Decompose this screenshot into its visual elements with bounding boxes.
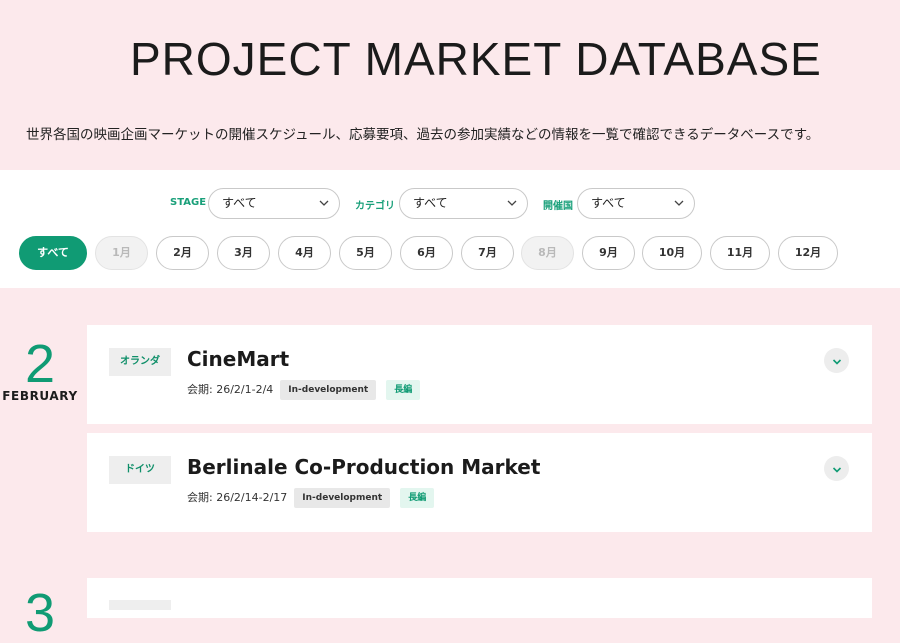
stage-tag: In-development — [294, 488, 391, 508]
month-number: 2 — [24, 334, 56, 394]
month-name: FEBRUARY — [2, 389, 78, 403]
month-pill-8[interactable]: 8月 — [521, 236, 574, 270]
market-meta: 会期: 26/2/14-2/17 In-development 長編 — [187, 488, 435, 508]
market-title: CineMart — [187, 347, 290, 371]
month-pill-6[interactable]: 6月 — [400, 236, 453, 270]
page-description: 世界各国の映画企画マーケットの開催スケジュール、応募要項、過去の参加実績などの情… — [26, 127, 820, 143]
country-badge — [109, 600, 171, 610]
market-meta: 会期: 26/2/1-2/4 In-development 長編 — [187, 380, 421, 400]
market-period: 会期: 26/2/14-2/17 — [187, 491, 288, 504]
market-title: Berlinale Co-Production Market — [187, 455, 541, 479]
stage-tag: In-development — [280, 380, 377, 400]
category-select[interactable]: すべて — [399, 188, 528, 219]
market-card[interactable]: オランダ CineMart 会期: 26/2/1-2/4 In-developme… — [87, 325, 872, 424]
chevron-down-icon — [507, 198, 517, 208]
country-select[interactable]: すべて — [577, 188, 695, 219]
market-period: 会期: 26/2/1-2/4 — [187, 383, 274, 396]
month-pill-9[interactable]: 9月 — [582, 236, 635, 270]
filter-panel: STAGE すべて カテゴリ すべて 開催国 すべて すべて 1月 2月 3月 … — [0, 170, 900, 288]
category-tag: 長編 — [400, 488, 435, 508]
month-pill-5[interactable]: 5月 — [339, 236, 392, 270]
expand-button[interactable] — [824, 348, 849, 373]
month-pill-4[interactable]: 4月 — [278, 236, 331, 270]
month-pill-7[interactable]: 7月 — [461, 236, 514, 270]
chevron-down-icon — [319, 198, 329, 208]
hero: PROJECT MARKET DATABASE 世界各国の映画企画マーケットの開… — [0, 0, 900, 170]
month-pill-12[interactable]: 12月 — [778, 236, 838, 270]
category-filter-label: カテゴリ — [355, 201, 395, 212]
month-pill-1[interactable]: 1月 — [95, 236, 148, 270]
month-pill-10[interactable]: 10月 — [642, 236, 702, 270]
country-filter-label: 開催国 — [543, 201, 573, 212]
page-title: PROJECT MARKET DATABASE — [130, 33, 822, 85]
month-pill-11[interactable]: 11月 — [710, 236, 770, 270]
market-card[interactable]: ドイツ Berlinale Co-Production Market 会期: 2… — [87, 433, 872, 532]
expand-button[interactable] — [824, 456, 849, 481]
stage-select[interactable]: すべて — [208, 188, 340, 219]
month-pill-3[interactable]: 3月 — [217, 236, 270, 270]
market-card[interactable] — [87, 578, 872, 618]
month-pill-2[interactable]: 2月 — [156, 236, 209, 270]
country-select-value: すべて — [591, 196, 626, 210]
category-tag: 長編 — [386, 380, 421, 400]
category-select-value: すべて — [413, 196, 448, 210]
stage-select-value: すべて — [222, 196, 257, 210]
month-pill-all[interactable]: すべて — [19, 236, 87, 270]
chevron-down-icon — [832, 351, 842, 370]
chevron-down-icon — [832, 459, 842, 478]
month-number: 3 — [24, 583, 56, 643]
stage-filter-label: STAGE — [170, 197, 207, 208]
filter-row: STAGE すべて カテゴリ すべて 開催国 すべて — [0, 188, 900, 220]
country-badge: オランダ — [109, 348, 171, 376]
country-badge: ドイツ — [109, 456, 171, 484]
chevron-down-icon — [674, 198, 684, 208]
